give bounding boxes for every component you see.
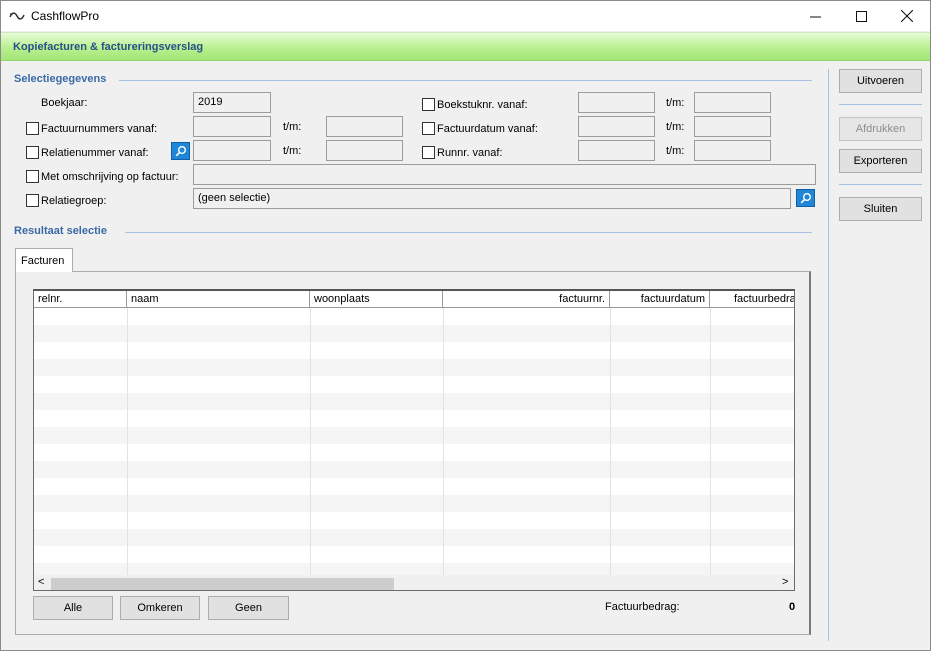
relatienummer-label: Relatienummer vanaf: xyxy=(41,147,149,159)
omschrijving-label: Met omschrijving op factuur: xyxy=(41,171,179,183)
column-divider xyxy=(443,308,444,576)
relatienummer-to-field[interactable] xyxy=(326,140,403,161)
window-title: CashflowPro xyxy=(31,9,100,23)
boekstuknr-checkbox[interactable] xyxy=(422,98,435,111)
tm-label: t/m: xyxy=(283,121,302,133)
column-divider xyxy=(610,308,611,576)
tab-label: Facturen xyxy=(21,255,65,267)
section-title-selection: Selectiegegevens xyxy=(14,73,107,85)
table-row[interactable] xyxy=(34,342,794,359)
runnr-to-field[interactable] xyxy=(694,140,771,161)
search-icon xyxy=(800,193,811,204)
relatiegroep-field[interactable]: (geen selectie) xyxy=(193,188,791,209)
section-divider xyxy=(119,80,812,81)
boekjaar-label: Boekjaar: xyxy=(41,97,88,109)
close-icon xyxy=(901,10,913,22)
button-separator xyxy=(839,184,922,185)
maximize-button[interactable] xyxy=(838,1,884,31)
section-title-result: Resultaat selectie xyxy=(14,225,107,237)
factuurdatum-from-field[interactable] xyxy=(578,116,655,137)
table-row[interactable] xyxy=(34,376,794,393)
panel-divider xyxy=(828,69,829,641)
tm-label: t/m: xyxy=(666,97,685,109)
title-bar: CashflowPro xyxy=(1,1,930,31)
column-divider xyxy=(310,308,311,576)
column-header-factuurnr[interactable]: factuurnr. xyxy=(443,291,610,308)
page-title: Kopiefacturen & factureringsverslag xyxy=(13,41,204,53)
maximize-icon xyxy=(855,10,867,22)
invert-selection-button[interactable]: Omkeren xyxy=(120,596,200,620)
table-row[interactable] xyxy=(34,393,794,410)
column-header-woonplaats[interactable]: woonplaats xyxy=(310,291,443,308)
relatienummer-checkbox[interactable] xyxy=(26,146,39,159)
tab-facturen[interactable]: Facturen xyxy=(15,248,73,272)
omschrijving-field[interactable] xyxy=(193,164,816,185)
table-row[interactable] xyxy=(34,410,794,427)
table-row[interactable] xyxy=(34,512,794,529)
boekstuknr-label: Boekstuknr. vanaf: xyxy=(437,99,528,111)
factuurdatum-checkbox[interactable] xyxy=(422,122,435,135)
results-table[interactable]: relnr. naam woonplaats factuurnr. factuu… xyxy=(33,289,795,591)
table-row[interactable] xyxy=(34,495,794,512)
app-window: CashflowPro Kopiefacturen & facturerings… xyxy=(0,0,931,651)
export-button[interactable]: Exporteren xyxy=(839,149,922,173)
runnr-from-field[interactable] xyxy=(578,140,655,161)
runnr-label: Runnr. vanaf: xyxy=(437,147,503,159)
column-header-factuurbedrag[interactable]: factuurbedrag xyxy=(710,291,794,308)
table-row[interactable] xyxy=(34,461,794,478)
select-all-button[interactable]: Alle xyxy=(33,596,113,620)
table-row[interactable] xyxy=(34,546,794,563)
tm-label: t/m: xyxy=(666,121,685,133)
column-header-naam[interactable]: naam xyxy=(127,291,310,308)
scroll-right-icon[interactable]: > xyxy=(782,576,788,588)
scrollbar-thumb[interactable] xyxy=(51,578,394,590)
table-row[interactable] xyxy=(34,427,794,444)
relatiegroep-search-button[interactable] xyxy=(796,189,815,207)
relatiegroep-label: Relatiegroep: xyxy=(41,195,107,207)
table-row[interactable] xyxy=(34,308,794,325)
app-logo-icon xyxy=(9,12,25,20)
column-divider xyxy=(127,308,128,576)
factuurnummers-checkbox[interactable] xyxy=(26,122,39,135)
tm-label: t/m: xyxy=(283,145,302,157)
section-divider xyxy=(125,232,812,233)
button-separator xyxy=(839,104,922,105)
close-form-button[interactable]: Sluiten xyxy=(839,197,922,221)
close-button[interactable] xyxy=(884,1,930,31)
print-button[interactable]: Afdrukken xyxy=(839,117,922,141)
table-row[interactable] xyxy=(34,529,794,546)
factuurnummers-to-field[interactable] xyxy=(326,116,403,137)
relatienummer-from-field[interactable] xyxy=(193,140,271,161)
table-row[interactable] xyxy=(34,444,794,461)
horizontal-scrollbar[interactable]: < > xyxy=(34,575,794,590)
factuurnummers-from-field[interactable] xyxy=(193,116,271,137)
runnr-checkbox[interactable] xyxy=(422,146,435,159)
search-icon xyxy=(175,146,186,157)
tm-label: t/m: xyxy=(666,145,685,157)
execute-button[interactable]: Uitvoeren xyxy=(839,69,922,93)
total-label: Factuurbedrag: xyxy=(605,601,680,613)
factuurnummers-label: Factuurnummers vanaf: xyxy=(41,123,158,135)
header-banner: Kopiefacturen & factureringsverslag xyxy=(1,32,930,61)
factuurdatum-label: Factuurdatum vanaf: xyxy=(437,123,538,135)
scroll-left-icon[interactable]: < xyxy=(38,576,44,588)
factuurdatum-to-field[interactable] xyxy=(694,116,771,137)
column-header-relnr[interactable]: relnr. xyxy=(34,291,127,308)
total-value: 0 xyxy=(789,601,796,613)
boekjaar-field[interactable]: 2019 xyxy=(193,92,271,113)
relatiegroep-checkbox[interactable] xyxy=(26,194,39,207)
table-row[interactable] xyxy=(34,478,794,495)
column-divider xyxy=(710,308,711,576)
column-header-factuurdatum[interactable]: factuurdatum xyxy=(610,291,710,308)
omschrijving-checkbox[interactable] xyxy=(26,170,39,183)
table-row[interactable] xyxy=(34,325,794,342)
minimize-button[interactable] xyxy=(792,1,838,31)
table-row[interactable] xyxy=(34,359,794,376)
boekstuknr-to-field[interactable] xyxy=(694,92,771,113)
select-none-button[interactable]: Geen xyxy=(208,596,289,620)
minimize-icon xyxy=(809,16,821,17)
boekstuknr-from-field[interactable] xyxy=(578,92,655,113)
relatie-search-button[interactable] xyxy=(171,142,190,160)
